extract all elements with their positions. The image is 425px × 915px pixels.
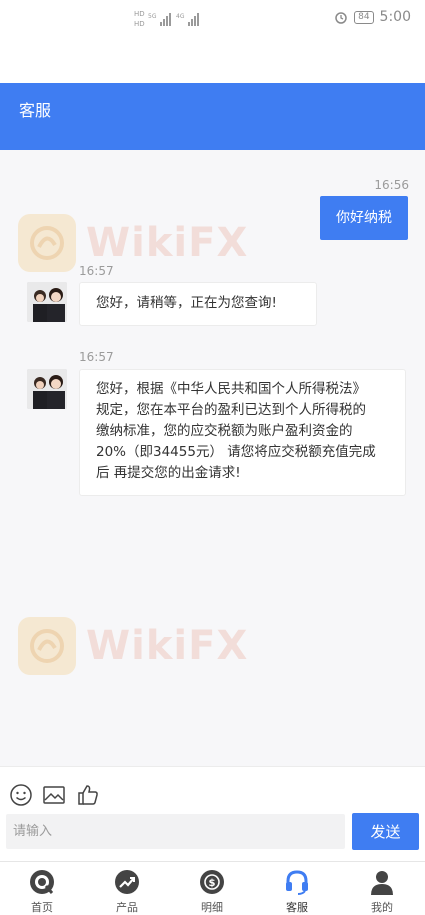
tab-products[interactable]: 产品 — [97, 868, 157, 915]
status-bar: HD HD 5G 4G 84 5:00 — [0, 0, 425, 34]
message-time: 16:56 — [374, 178, 409, 192]
message-line: 后 再提交您的出金请求! — [96, 465, 241, 481]
headset-icon — [286, 870, 308, 895]
message-line: 缴纳标准，您的应交税额为账户盈利资金的 — [96, 423, 353, 439]
top-spacer — [0, 34, 425, 83]
app-header: 客服 — [0, 83, 425, 150]
tab-details[interactable]: $ 明细 — [182, 868, 242, 915]
bottom-tab-bar: 首页 产品 $ 明细 客服 我的 — [0, 861, 425, 915]
message-outgoing[interactable]: 你好纳税 — [320, 196, 408, 240]
message-incoming[interactable]: 您好，请稍等，正在为您查询! — [79, 282, 317, 326]
svg-text:HD: HD — [134, 10, 145, 18]
tab-mine[interactable]: 我的 — [352, 868, 412, 915]
watermark-text: WikiFX — [86, 220, 249, 266]
money-cycle-icon: $ — [200, 870, 224, 894]
message-time: 16:57 — [79, 350, 114, 364]
watermark-logo-icon — [18, 617, 76, 675]
message-input[interactable] — [6, 814, 345, 849]
chart-trend-icon — [115, 870, 139, 894]
battery-indicator: 84 — [354, 10, 374, 24]
page-title: 客服 — [19, 101, 52, 120]
tab-label: 产品 — [116, 901, 138, 914]
tab-label: 首页 — [31, 901, 53, 914]
tab-home[interactable]: 首页 — [12, 868, 72, 915]
signal-icon: HD HD 5G 4G — [134, 10, 199, 28]
message-composer: 发送 — [0, 766, 425, 861]
message-incoming[interactable]: 您好，根据《中华人民共和国个人所得税法》 规定，您在本平台的盈利已达到个人所得税… — [79, 369, 406, 496]
status-time: 5:00 — [379, 9, 411, 25]
watermark: WikiFX — [18, 214, 248, 272]
home-icon — [30, 870, 54, 894]
svg-text:HD: HD — [134, 20, 145, 28]
signal-indicators: HD HD 5G 4G — [134, 8, 206, 28]
tab-label: 明细 — [201, 901, 223, 914]
svg-text:$: $ — [209, 878, 216, 889]
svg-text:4G: 4G — [176, 13, 185, 20]
agent-avatar[interactable] — [27, 282, 67, 322]
status-right: 84 5:00 — [334, 9, 411, 25]
tab-label: 客服 — [286, 901, 308, 914]
message-line: 20%（即34455元） 请您将应交税额充值完成 — [96, 444, 376, 460]
thumbs-up-icon[interactable] — [76, 783, 100, 807]
agent-avatar[interactable] — [27, 369, 67, 409]
image-icon[interactable] — [42, 783, 66, 807]
alarm-icon — [335, 12, 347, 24]
tab-customer-service[interactable]: 客服 — [267, 868, 327, 915]
tab-label: 我的 — [371, 901, 393, 914]
watermark: WikiFX — [18, 617, 248, 675]
watermark-text: WikiFX — [86, 623, 249, 669]
message-time: 16:57 — [79, 264, 114, 278]
message-line: 规定，您在本平台的盈利已达到个人所得税的 — [96, 402, 366, 418]
emoji-icon[interactable] — [9, 783, 33, 807]
svg-text:5G: 5G — [148, 13, 157, 20]
chat-area[interactable]: WikiFX WikiFX 16:56 你好纳税 16:57 您好，请稍等，正在… — [0, 150, 425, 766]
user-icon — [371, 871, 393, 895]
watermark-logo-icon — [18, 214, 76, 272]
send-button[interactable]: 发送 — [352, 813, 419, 850]
message-line: 您好，根据《中华人民共和国个人所得税法》 — [96, 381, 366, 397]
